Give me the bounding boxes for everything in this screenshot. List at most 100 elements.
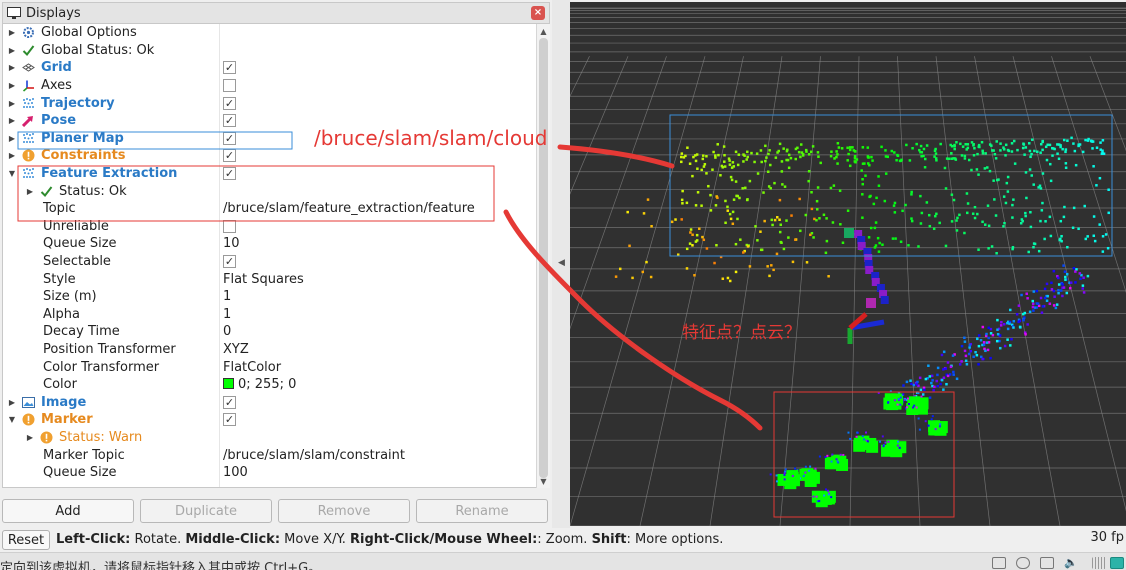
trajectory-point [951, 354, 955, 357]
network-icon[interactable] [1040, 557, 1054, 569]
map-point [1007, 149, 1011, 153]
tree-row-alpha[interactable]: Alpha 1 [3, 306, 536, 324]
map-point [696, 167, 699, 170]
property-value[interactable]: /bruce/slam/slam/constraint [223, 448, 405, 463]
map-point [791, 260, 795, 264]
property-value[interactable]: 0 [223, 324, 231, 339]
expand-arrow-icon[interactable]: ▶ [7, 99, 17, 108]
tree-row-feature-extraction[interactable]: ▼ Feature Extraction ✓ [3, 165, 536, 183]
enable-checkbox[interactable]: ✓ [223, 131, 236, 145]
tree-row-label: Image [41, 394, 87, 410]
trajectory-point [836, 460, 839, 463]
tree-row-status-ok[interactable]: ▶ Status: Ok [3, 182, 536, 200]
scene-canvas[interactable] [570, 2, 1126, 526]
tree-row-queue-size[interactable]: Queue Size 10 [3, 235, 536, 253]
expand-arrow-icon[interactable]: ▶ [7, 134, 17, 143]
trajectory-point [989, 356, 992, 360]
tree-row-decay-time[interactable]: Decay Time 0 [3, 323, 536, 341]
expand-arrow-icon[interactable]: ▶ [25, 187, 35, 196]
close-icon[interactable]: × [531, 6, 545, 20]
panel-splitter[interactable]: ◀ [552, 0, 570, 528]
tree-row-queue-size[interactable]: Queue Size 100 [3, 464, 536, 482]
scroll-thumb[interactable] [539, 38, 548, 478]
expand-arrow-icon[interactable]: ▶ [7, 398, 17, 407]
property-value[interactable]: 1 [223, 289, 231, 304]
remove-button[interactable]: Remove [278, 499, 410, 523]
tree-row-status-warn[interactable]: ▶ Status: Warn [3, 429, 536, 447]
tree-row-marker-topic[interactable]: Marker Topic/bruce/slam/slam/constraint [3, 446, 536, 464]
enable-checkbox[interactable] [223, 79, 236, 93]
tree-row-grid[interactable]: ▶ Grid ✓ [3, 59, 536, 77]
tree-row-position-transformer[interactable]: Position Transformer XYZ [3, 341, 536, 359]
enable-checkbox[interactable]: ✓ [223, 114, 236, 128]
trajectory-point [924, 377, 928, 381]
rename-button[interactable]: Rename [416, 499, 548, 523]
display-tree[interactable]: ▶ Global Options ▶ Global Status: Ok ▶ Grid ✓ ▶… [2, 24, 536, 488]
enable-checkbox[interactable]: ✓ [223, 149, 236, 163]
collapse-arrow-icon[interactable]: ▼ [7, 415, 17, 424]
expand-arrow-icon[interactable]: ▶ [7, 46, 17, 55]
speaker-icon[interactable]: 🔈 [1064, 557, 1078, 569]
scroll-up-arrow-icon[interactable]: ▲ [537, 24, 550, 38]
trajectory-point [930, 381, 933, 385]
expand-arrow-icon[interactable]: ▶ [7, 28, 17, 37]
tree-row-topic[interactable]: Topic/bruce/slam/feature_extraction/feat… [3, 200, 536, 218]
property-value[interactable]: 10 [223, 236, 240, 251]
map-point [1045, 158, 1049, 162]
duplicate-button[interactable]: Duplicate [140, 499, 272, 523]
map-point [1027, 250, 1030, 254]
expand-arrow-icon[interactable]: ▶ [25, 433, 35, 442]
collapse-arrow-icon[interactable]: ▼ [7, 169, 17, 178]
tree-row-color[interactable]: Color 0; 255; 0 [3, 376, 536, 394]
tree-row-selectable[interactable]: Selectable ✓ [3, 253, 536, 271]
enable-checkbox[interactable]: ✓ [223, 96, 236, 110]
enable-checkbox[interactable]: ✓ [223, 255, 236, 269]
tree-row-trajectory[interactable]: ▶ Trajectory ✓ [3, 94, 536, 112]
expand-arrow-icon[interactable]: ▶ [7, 63, 17, 72]
trajectory-point [936, 373, 939, 377]
cd-icon[interactable] [1016, 557, 1030, 569]
map-point [838, 189, 842, 193]
resize-grip-icon[interactable] [1092, 557, 1106, 569]
tree-row-global-options[interactable]: ▶ Global Options [3, 24, 536, 42]
trajectory-point [936, 366, 940, 370]
enable-checkbox[interactable]: ✓ [223, 395, 236, 409]
trajectory-point [882, 445, 885, 448]
reset-button[interactable]: Reset [2, 530, 50, 550]
add-button[interactable]: Add [2, 499, 134, 523]
property-value[interactable]: /bruce/slam/feature_extraction/feature [223, 201, 475, 216]
expand-arrow-icon[interactable]: ▶ [7, 116, 17, 125]
tree-row-color-transformer[interactable]: Color Transformer FlatColor [3, 358, 536, 376]
property-value[interactable]: 0; 255; 0 [223, 377, 296, 392]
tree-row-size-m[interactable]: Size (m) 1 [3, 288, 536, 306]
enable-checkbox[interactable]: ✓ [223, 413, 236, 427]
enable-checkbox[interactable]: ✓ [223, 61, 236, 75]
tree-row-style[interactable]: Style Flat Squares [3, 270, 536, 288]
enable-checkbox[interactable]: ✓ [223, 167, 236, 181]
tree-row-unreliable[interactable]: Unreliable [3, 218, 536, 236]
vm-status-icon[interactable] [1110, 557, 1124, 569]
color-swatch[interactable] [223, 378, 234, 390]
collapse-left-icon[interactable]: ◀ [558, 258, 565, 268]
hdd-icon[interactable] [992, 557, 1006, 569]
map-point [766, 265, 769, 268]
enable-checkbox[interactable] [223, 219, 236, 233]
property-value[interactable]: FlatColor [223, 360, 281, 375]
tree-row-global-status-ok[interactable]: ▶ Global Status: Ok [3, 42, 536, 60]
property-value[interactable]: XYZ [223, 342, 249, 357]
check-icon [21, 43, 35, 57]
tree-row-image[interactable]: ▶ Image ✓ [3, 394, 536, 412]
property-value[interactable]: 100 [223, 465, 248, 480]
grid-icon [21, 61, 35, 75]
expand-arrow-icon[interactable]: ▶ [7, 151, 17, 160]
tree-scrollbar[interactable]: ▲ ▼ [536, 24, 550, 488]
property-value[interactable]: Flat Squares [223, 272, 304, 287]
scroll-down-arrow-icon[interactable]: ▼ [537, 474, 550, 488]
tree-row-axes[interactable]: ▶ Axes [3, 77, 536, 95]
expand-arrow-icon[interactable]: ▶ [7, 81, 17, 90]
render-viewport[interactable] [570, 2, 1126, 526]
map-point [964, 143, 967, 146]
property-value[interactable]: 1 [223, 307, 231, 322]
map-point [1016, 148, 1019, 152]
tree-row-marker[interactable]: ▼ Marker ✓ [3, 411, 536, 429]
